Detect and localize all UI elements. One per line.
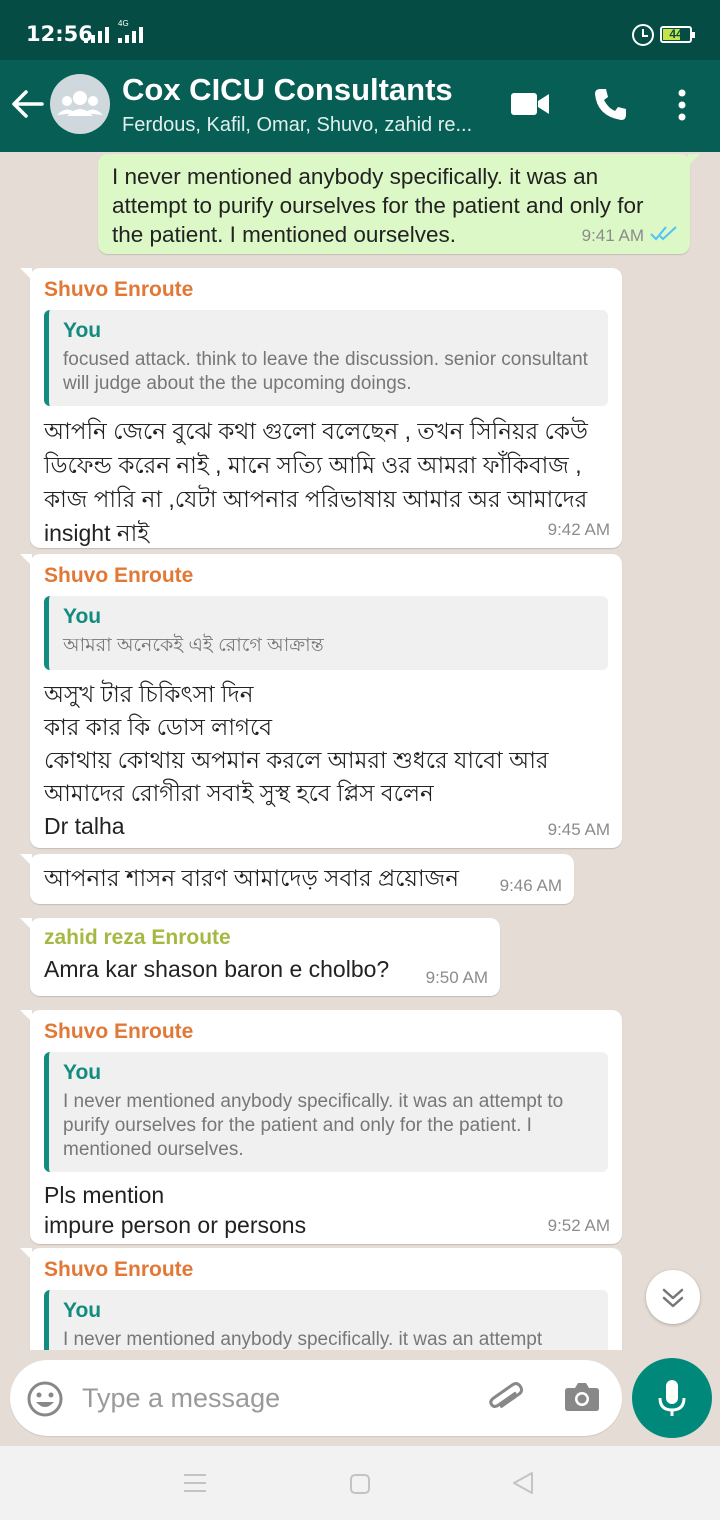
- home-nav-icon[interactable]: [348, 1472, 372, 1501]
- message-incoming[interactable]: Shuvo Enroute You focused attack. think …: [20, 268, 622, 550]
- message-text: Amra kar shason baron e cholbo?: [44, 956, 390, 982]
- message-incoming[interactable]: আপনার শাসন বারণ আমাদেড় সবার প্রয়োজন 9:…: [20, 854, 574, 904]
- more-options-icon[interactable]: [676, 88, 688, 127]
- paperclip-icon[interactable]: [486, 1378, 526, 1423]
- message-line: Dr talha: [44, 813, 125, 839]
- alarm-icon: [632, 24, 654, 46]
- video-call-icon[interactable]: [510, 90, 550, 123]
- message-meta: 9:50 AM: [426, 968, 488, 988]
- signal-icon: [84, 27, 109, 43]
- phone-call-icon[interactable]: [592, 86, 628, 127]
- message-incoming[interactable]: zahid reza Enroute Amra kar shason baron…: [20, 918, 500, 996]
- message-time: 9:42 AM: [547, 520, 610, 539]
- back-nav-icon[interactable]: [510, 1470, 536, 1501]
- message-text: অসুখ টার চিকিৎসা দিন কার কার কি ডোস লাগব…: [44, 678, 608, 843]
- message-meta: 9:45 AM: [548, 820, 610, 840]
- message-sender: zahid reza Enroute: [44, 926, 231, 949]
- camera-icon[interactable]: [564, 1380, 600, 1417]
- back-arrow-icon[interactable]: [10, 84, 46, 124]
- quoted-sender: You: [63, 1061, 102, 1084]
- battery-icon: 44: [660, 26, 695, 43]
- network-type-label: 4G: [118, 19, 129, 28]
- chevron-double-down-icon: [662, 1288, 684, 1308]
- message-incoming[interactable]: Shuvo Enroute You I never mentioned anyb…: [20, 1010, 622, 1244]
- message-line: অসুখ টার চিকিৎসা দিন: [44, 681, 254, 707]
- message-text: আপনার শাসন বারণ আমাদেড় সবার প্রয়োজন: [44, 865, 459, 891]
- message-line: Pls mention: [44, 1182, 165, 1208]
- microphone-icon: [658, 1380, 686, 1416]
- message-line: কোথায় কোথায় অপমান করলে আমরা শুধরে যাবো…: [44, 747, 549, 773]
- message-sender: Shuvo Enroute: [44, 1258, 194, 1281]
- message-input[interactable]: [82, 1374, 472, 1422]
- system-navigation-bar: [0, 1446, 720, 1520]
- message-sender: Shuvo Enroute: [44, 1020, 194, 1043]
- message-line: আপনি জেনে বুঝে কথা গুলো বলেছেন , তখন সিন…: [44, 418, 588, 444]
- message-composer: [10, 1360, 622, 1436]
- message-time: 9:52 AM: [547, 1216, 610, 1235]
- quoted-sender: You: [63, 1299, 102, 1322]
- chat-title[interactable]: Cox CICU Consultants: [122, 72, 453, 108]
- quoted-text: focused attack. think to leave the discu…: [63, 349, 588, 394]
- quoted-text: I never mentioned anybody specifically. …: [63, 1091, 564, 1160]
- menu-nav-icon[interactable]: [182, 1472, 208, 1499]
- quoted-text: I never mentioned anybody specifically. …: [63, 1329, 543, 1350]
- quoted-sender: You: [63, 605, 102, 628]
- message-meta: 9:41 AM: [582, 225, 678, 246]
- message-time: 9:46 AM: [499, 876, 562, 895]
- read-ticks-icon: [650, 225, 678, 246]
- status-bar: 12:56 4G 44: [0, 0, 720, 60]
- message-line: কাজ পারি না ,যেটা আপনার পরিভাষায় আমার অ…: [44, 486, 588, 512]
- message-time: 9:50 AM: [425, 968, 488, 987]
- message-line: ডিফেন্ড করেন নাই , মানে সত্যি আমি ওর আমর…: [44, 452, 582, 478]
- message-line: insight নাই: [44, 520, 150, 546]
- message-meta: 9:52 AM: [548, 1216, 610, 1236]
- scroll-to-bottom-button[interactable]: [646, 1270, 700, 1324]
- message-line: কার কার কি ডোস লাগবে: [44, 714, 273, 740]
- quoted-message[interactable]: You I never mentioned anybody specifical…: [44, 1052, 608, 1172]
- group-avatar-icon[interactable]: [50, 74, 110, 134]
- quoted-message[interactable]: You আমরা অনেকেই এই রোগে আক্রান্ত: [44, 596, 608, 670]
- message-outgoing[interactable]: I never mentioned anybody specifically. …: [98, 154, 700, 254]
- message-meta: 9:42 AM: [548, 520, 610, 540]
- voice-message-button[interactable]: [632, 1358, 712, 1438]
- chat-header: Cox CICU Consultants Ferdous, Kafil, Oma…: [0, 60, 720, 152]
- message-time: 9:41 AM: [581, 225, 644, 245]
- quoted-sender: You: [63, 319, 102, 342]
- quoted-message[interactable]: You I never mentioned anybody specifical…: [44, 1290, 608, 1350]
- message-meta: 9:46 AM: [500, 876, 562, 896]
- emoji-icon[interactable]: [26, 1380, 64, 1423]
- battery-level: 44: [669, 27, 683, 41]
- message-sender: Shuvo Enroute: [44, 278, 194, 301]
- chat-participants[interactable]: Ferdous, Kafil, Omar, Shuvo, zahid re...: [122, 114, 492, 137]
- message-sender: Shuvo Enroute: [44, 564, 194, 587]
- signal-4g-icon: 4G: [118, 19, 143, 43]
- message-incoming[interactable]: Shuvo Enroute You I never mentioned anyb…: [20, 1248, 622, 1350]
- chat-messages[interactable]: I never mentioned anybody specifically. …: [0, 152, 720, 1350]
- quoted-message[interactable]: You focused attack. think to leave the d…: [44, 310, 608, 406]
- quoted-text: আমরা অনেকেই এই রোগে আক্রান্ত: [63, 635, 324, 656]
- status-time: 12:56: [26, 22, 93, 46]
- message-text: Pls mention impure person or persons: [44, 1180, 608, 1240]
- message-time: 9:45 AM: [547, 820, 610, 839]
- message-line: impure person or persons: [44, 1212, 307, 1238]
- message-text: আপনি জেনে বুঝে কথা গুলো বলেছেন , তখন সিন…: [44, 414, 608, 550]
- message-incoming[interactable]: Shuvo Enroute You আমরা অনেকেই এই রোগে আক…: [20, 554, 622, 848]
- message-line: আমাদের রোগীরা সবাই সুস্থ হবে প্লিস বলেন: [44, 780, 434, 806]
